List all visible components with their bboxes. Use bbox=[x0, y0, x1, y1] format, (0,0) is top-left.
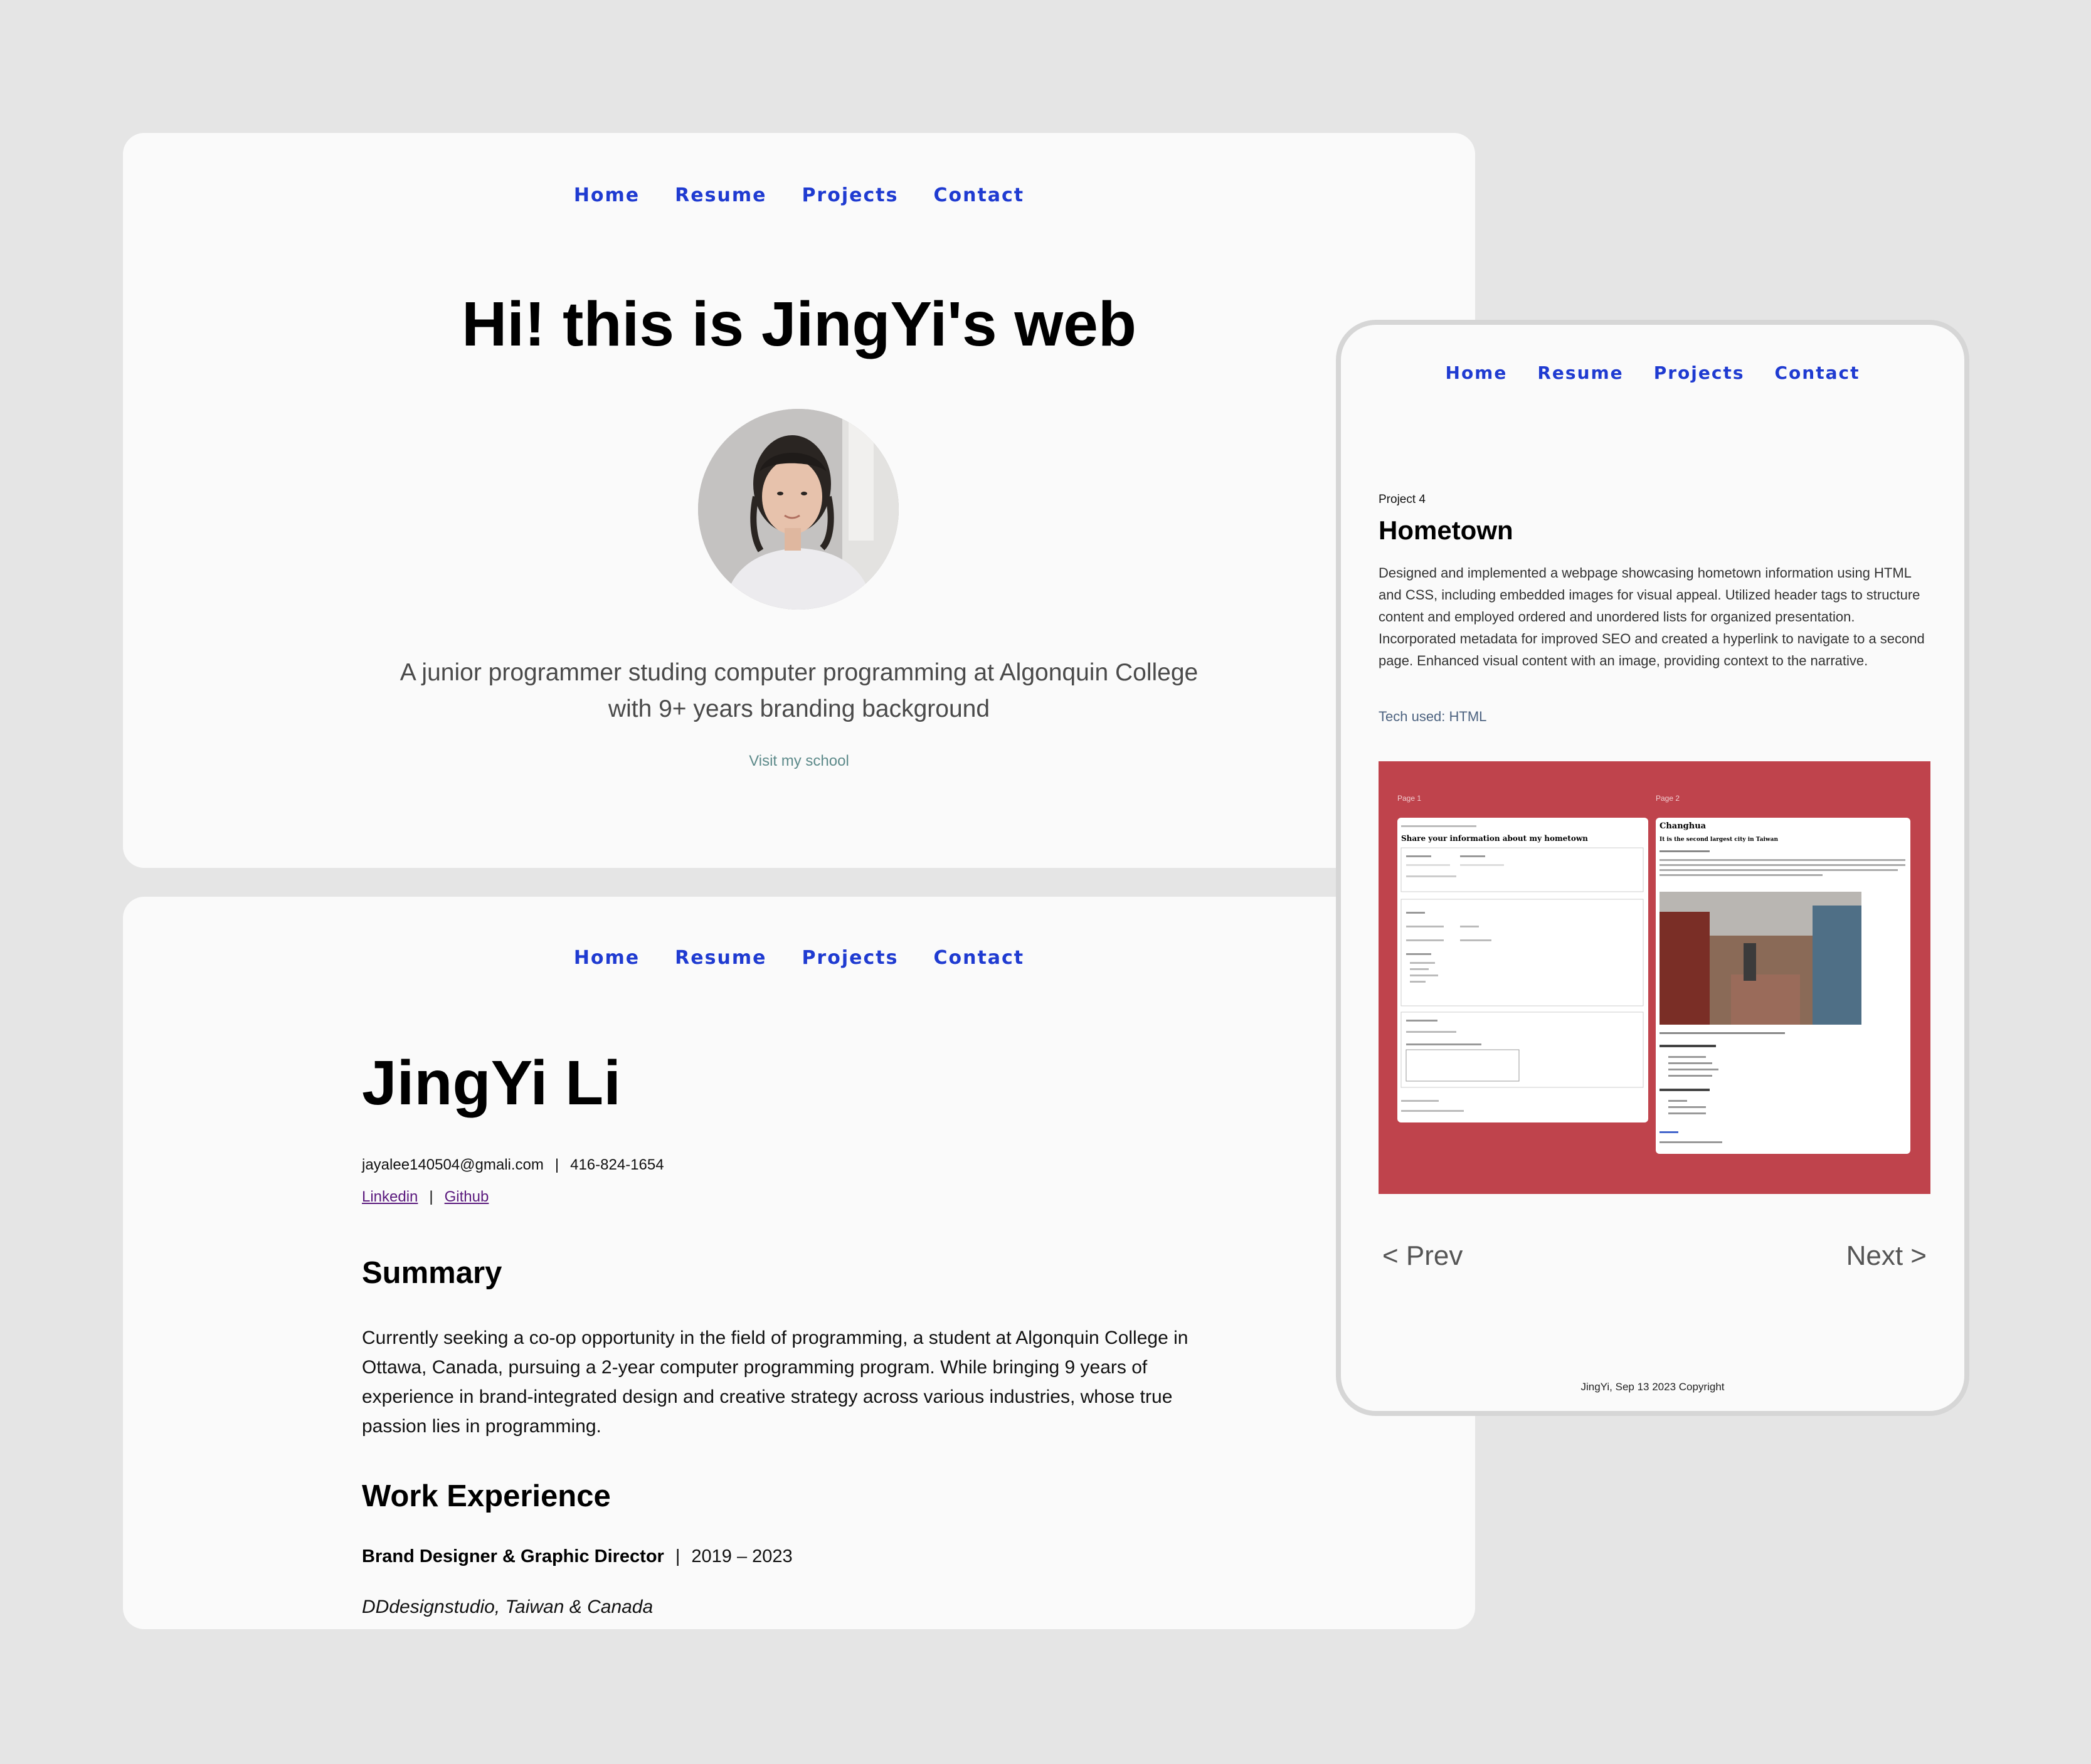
company-name: DDdesignstudio, Taiwan & Canada bbox=[362, 1597, 654, 1617]
avatar bbox=[698, 409, 899, 610]
top-nav: Home Resume Projects Contact bbox=[123, 947, 1475, 969]
nav-projects-link[interactable]: Projects bbox=[1654, 362, 1745, 383]
nav-contact-link[interactable]: Contact bbox=[1775, 362, 1860, 383]
tagline-line-2: with 9+ years branding background bbox=[608, 695, 990, 722]
summary-heading: Summary bbox=[362, 1256, 502, 1290]
tagline: A junior programmer studing computer pro… bbox=[374, 655, 1224, 727]
nav-contact-link[interactable]: Contact bbox=[933, 947, 1024, 969]
page-2-preview: Changhua It is the second largest city i… bbox=[1656, 818, 1910, 1154]
project-description: Designed and implemented a webpage showc… bbox=[1379, 565, 1925, 668]
nav-home-link[interactable]: Home bbox=[1446, 362, 1508, 383]
nav-home-link[interactable]: Home bbox=[574, 947, 640, 969]
top-nav: Home Resume Projects Contact bbox=[123, 184, 1475, 206]
social-links: Linkedin | Github bbox=[362, 1188, 489, 1206]
separator: | bbox=[675, 1546, 680, 1566]
top-nav: Home Resume Projects Contact bbox=[1341, 362, 1964, 383]
tagline-line-1: A junior programmer studing computer pro… bbox=[400, 659, 1199, 686]
nav-resume-link[interactable]: Resume bbox=[675, 184, 766, 206]
page-2-label: Page 2 bbox=[1656, 794, 1680, 803]
phone-text: 416-824-1654 bbox=[570, 1156, 664, 1173]
prev-project-link[interactable]: < Prev bbox=[1382, 1240, 1463, 1272]
project-screenshot: Page 1 Page 2 Share your information abo… bbox=[1379, 761, 1930, 1194]
job-line: Brand Designer & Graphic Director | 2019 –… bbox=[362, 1546, 793, 1567]
contact-line: jayalee140504@gmali.com | 416-824-1654 bbox=[362, 1156, 664, 1174]
project-title: Hometown bbox=[1379, 515, 1513, 545]
page-title: Hi! this is JingYi's web bbox=[462, 289, 1136, 359]
project-label: Project 4 bbox=[1379, 493, 1426, 506]
linkedin-link[interactable]: Linkedin bbox=[362, 1188, 418, 1205]
nav-projects-link[interactable]: Projects bbox=[802, 184, 898, 206]
nav-contact-link[interactable]: Contact bbox=[933, 184, 1024, 206]
summary-text: Currently seeking a co-op opportunity in… bbox=[362, 1328, 1188, 1437]
avatar-photo bbox=[698, 409, 899, 610]
page-1-label: Page 1 bbox=[1397, 794, 1422, 803]
project-tech: Tech used: HTML bbox=[1379, 709, 1487, 724]
nav-resume-link[interactable]: Resume bbox=[1537, 362, 1623, 383]
resume-name: JingYi Li bbox=[362, 1048, 621, 1118]
separator: | bbox=[554, 1156, 559, 1173]
nav-projects-link[interactable]: Projects bbox=[802, 947, 898, 969]
page-1-preview: Share your information about my hometown bbox=[1397, 818, 1648, 1122]
home-page-card: Home Resume Projects Contact Hi! this is… bbox=[123, 133, 1475, 868]
hometown-page-preview bbox=[1660, 850, 1905, 1143]
separator: | bbox=[429, 1188, 433, 1205]
job-title: Brand Designer & Graphic Director bbox=[362, 1546, 664, 1566]
footer-copyright: JingYi, Sep 13 2023 Copyright bbox=[1580, 1381, 1725, 1393]
nav-resume-link[interactable]: Resume bbox=[675, 947, 766, 969]
work-experience-heading: Work Experience bbox=[362, 1479, 611, 1513]
resume-page-card: Home Resume Projects Contact JingYi Li j… bbox=[123, 897, 1475, 1629]
visit-school-link[interactable]: Visit my school bbox=[123, 753, 1475, 770]
github-link[interactable]: Github bbox=[445, 1188, 489, 1205]
form-preview bbox=[1400, 825, 1644, 1112]
job-years: 2019 – 2023 bbox=[691, 1546, 793, 1566]
email-text: jayalee140504@gmali.com bbox=[362, 1156, 544, 1173]
nav-home-link[interactable]: Home bbox=[574, 184, 640, 206]
next-project-link[interactable]: Next > bbox=[1846, 1240, 1927, 1272]
mobile-project-mockup: Home Resume Projects Contact Project 4 H… bbox=[1336, 320, 1969, 1416]
